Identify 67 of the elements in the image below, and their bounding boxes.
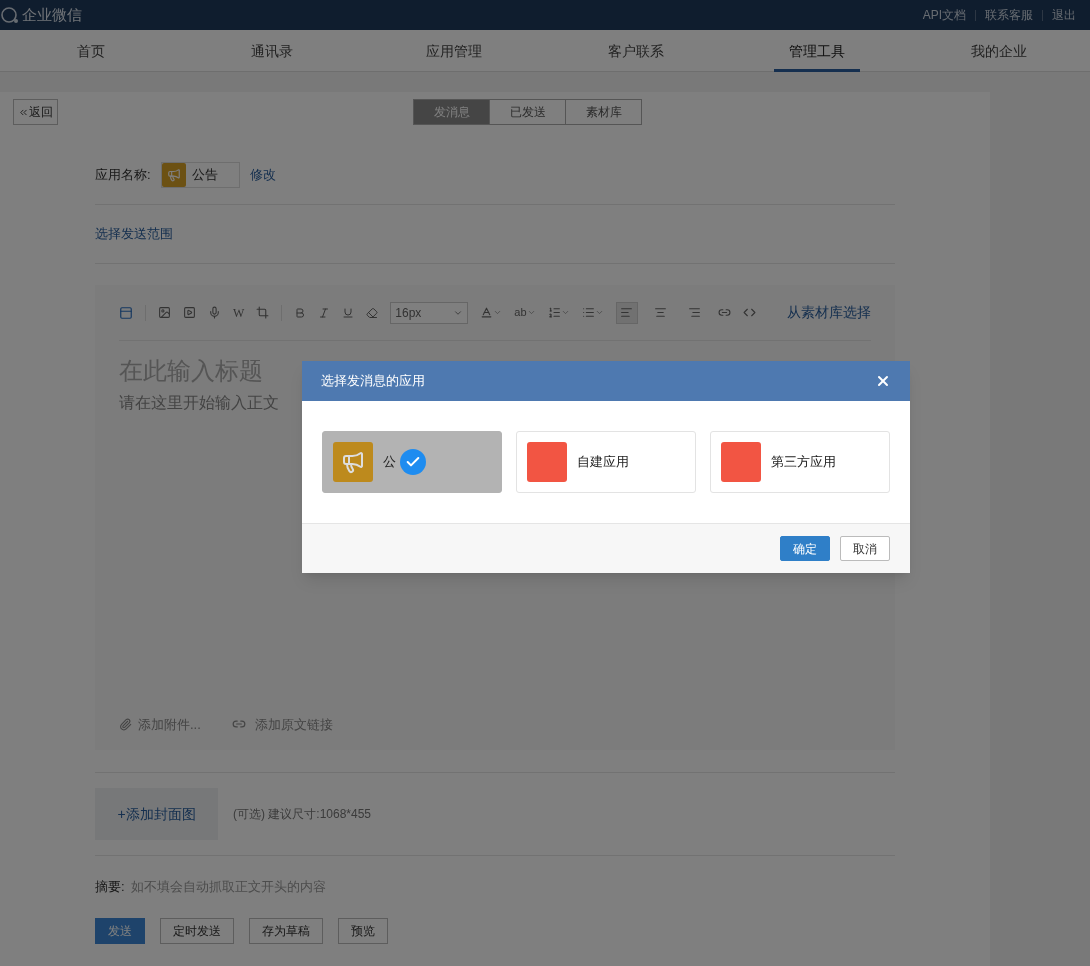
app-card[interactable]: 自建应用 bbox=[516, 431, 696, 493]
code-icon[interactable] bbox=[742, 306, 756, 319]
app-chip: 公告 bbox=[160, 161, 240, 188]
nav-tab[interactable]: 客户联系 bbox=[592, 30, 679, 72]
font-color-icon[interactable] bbox=[480, 306, 494, 319]
back-button[interactable]: 返回 bbox=[13, 99, 58, 125]
caret-icon bbox=[594, 308, 604, 317]
nav-tab[interactable]: 我的企业 bbox=[956, 30, 1043, 72]
app-name-label: 应用名称: bbox=[95, 165, 151, 184]
action-button[interactable]: 存为草稿 bbox=[249, 918, 323, 944]
megaphone-icon bbox=[161, 162, 186, 187]
eraser-icon[interactable] bbox=[366, 306, 379, 319]
app-card[interactable]: 公 bbox=[322, 431, 502, 493]
app-icon bbox=[527, 442, 567, 482]
top-link[interactable]: API文档 bbox=[922, 6, 966, 24]
nav-tab[interactable]: 应用管理 bbox=[411, 30, 498, 72]
caret-icon bbox=[526, 308, 536, 317]
word-button[interactable]: W bbox=[233, 303, 245, 322]
action-button[interactable]: 发送 bbox=[95, 918, 145, 944]
close-icon[interactable] bbox=[875, 373, 891, 389]
nav-tab[interactable]: 通讯录 bbox=[236, 30, 309, 72]
bullet-list-icon[interactable] bbox=[581, 306, 595, 319]
link-icon[interactable] bbox=[717, 306, 731, 319]
video-icon[interactable] bbox=[183, 306, 196, 319]
align-button[interactable] bbox=[615, 301, 638, 324]
layout-icon[interactable] bbox=[119, 305, 133, 320]
align-icon bbox=[688, 306, 702, 319]
app-name: 第三方应用 bbox=[771, 453, 836, 472]
dialog-button[interactable]: 确定 bbox=[780, 536, 830, 561]
app-name: 公 bbox=[383, 453, 396, 472]
megaphone-icon bbox=[333, 442, 373, 482]
font-size-select[interactable]: 16px bbox=[390, 301, 469, 324]
bold-icon[interactable] bbox=[294, 306, 307, 319]
italic-icon[interactable] bbox=[318, 306, 331, 319]
align-icon bbox=[654, 306, 668, 319]
action-button[interactable]: 预览 bbox=[338, 918, 388, 944]
top-link[interactable]: 联系客服 bbox=[985, 6, 1033, 24]
logo-icon bbox=[0, 5, 20, 25]
cover-button[interactable]: +添加封面图 bbox=[95, 788, 218, 840]
dialog-title: 选择发消息的应用 bbox=[321, 372, 425, 391]
nav-tab[interactable]: 首页 bbox=[61, 30, 120, 72]
underline-icon[interactable] bbox=[342, 306, 355, 319]
range-link[interactable]: 选择发送范围 bbox=[95, 224, 173, 244]
app-icon bbox=[721, 442, 761, 482]
summary-label: 摘要: bbox=[95, 878, 125, 897]
caret-icon bbox=[560, 308, 570, 317]
nav-tab[interactable]: 管理工具 bbox=[774, 30, 861, 72]
numbered-list-icon[interactable] bbox=[547, 306, 561, 319]
app-card[interactable]: 第三方应用 bbox=[710, 431, 890, 493]
align-icon bbox=[620, 306, 634, 319]
crop-icon[interactable] bbox=[256, 306, 270, 319]
image-icon[interactable] bbox=[158, 306, 171, 319]
library-link[interactable]: 从素材库选择 bbox=[787, 302, 871, 323]
edit-link[interactable]: 修改 bbox=[249, 164, 276, 185]
paperclip-icon bbox=[119, 717, 132, 731]
highlight-button[interactable]: ab bbox=[514, 304, 527, 321]
cover-hint: (可选) 建议尺寸:1068*455 bbox=[233, 806, 372, 823]
app-name: 自建应用 bbox=[577, 453, 629, 472]
logo-text: 企业微信 bbox=[22, 4, 82, 25]
mic-icon[interactable] bbox=[208, 306, 221, 319]
top-link[interactable]: 退出 bbox=[1052, 6, 1076, 24]
sub-tab[interactable]: 素材库 bbox=[565, 99, 642, 125]
action-button[interactable]: 定时发送 bbox=[160, 918, 234, 944]
check-icon bbox=[400, 449, 426, 475]
sub-tab[interactable]: 已发送 bbox=[489, 99, 566, 125]
caret-icon bbox=[493, 308, 503, 317]
dialog-button[interactable]: 取消 bbox=[840, 536, 890, 561]
